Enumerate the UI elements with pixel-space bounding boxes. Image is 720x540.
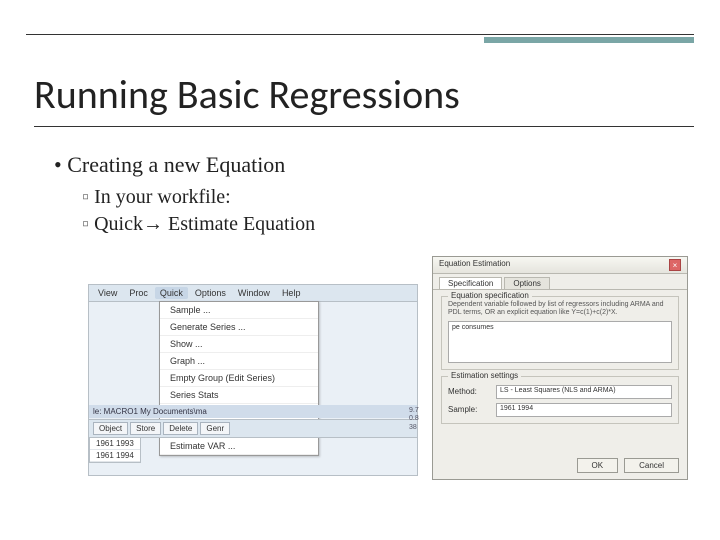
- dialog-tabs: Specification Options: [433, 274, 687, 290]
- workfile-band: le: MACRO1 My Documents\ma: [89, 405, 417, 418]
- method-select[interactable]: LS - Least Squares (NLS and ARMA): [496, 385, 672, 399]
- workfile-rows: 1961 1993 1961 1994: [89, 437, 141, 463]
- screenshot-equation-dialog: Equation Estimation × Specification Opti…: [432, 256, 688, 480]
- equation-textarea[interactable]: pe consumes: [448, 321, 672, 363]
- dropdown-item[interactable]: Estimate VAR ...: [160, 438, 318, 455]
- side-val: 9.7: [409, 407, 419, 415]
- cancel-button[interactable]: Cancel: [624, 458, 679, 473]
- bullet-sub2: Quick→ Estimate Equation: [82, 211, 315, 238]
- group-legend: Equation specification: [448, 291, 532, 300]
- btn-store[interactable]: Store: [130, 422, 161, 435]
- group-equation-spec: Equation specification Dependent variabl…: [441, 296, 679, 370]
- group-legend: Estimation settings: [448, 371, 521, 380]
- list-item: 1961 1994: [90, 450, 140, 462]
- tab-specification[interactable]: Specification: [439, 277, 502, 289]
- menu-window[interactable]: Window: [233, 287, 275, 299]
- group-estimation-settings: Estimation settings Method: LS - Least S…: [441, 376, 679, 424]
- dropdown-item[interactable]: Series Stats: [160, 387, 318, 404]
- bullet-sub1: In your workfile:: [82, 184, 315, 211]
- bullet-sub2-prefix: Quick: [94, 213, 143, 235]
- dropdown-item[interactable]: Sample ...: [160, 302, 318, 319]
- dropdown-item[interactable]: Empty Group (Edit Series): [160, 370, 318, 387]
- bullet-main: Creating a new Equation: [54, 150, 315, 180]
- sample-label: Sample:: [448, 405, 490, 414]
- list-item: 1961 1993: [90, 438, 140, 450]
- spec-hint: Dependent variable followed by list of r…: [448, 301, 672, 318]
- menu-view[interactable]: View: [93, 287, 122, 299]
- title-underline: [34, 126, 694, 127]
- dropdown-item[interactable]: Graph ...: [160, 353, 318, 370]
- menu-proc[interactable]: Proc: [124, 287, 153, 299]
- dropdown-item[interactable]: Generate Series ...: [160, 319, 318, 336]
- dropdown-item[interactable]: Show ...: [160, 336, 318, 353]
- menu-options[interactable]: Options: [190, 287, 231, 299]
- btn-genr[interactable]: Genr: [200, 422, 230, 435]
- bullet-list: Creating a new Equation In your workfile…: [54, 150, 315, 238]
- screenshot-eviews-menu: View Proc Quick Options Window Help Samp…: [88, 284, 418, 476]
- btn-delete[interactable]: Delete: [163, 422, 198, 435]
- side-val: 38: [409, 424, 419, 432]
- btn-object[interactable]: Object: [93, 422, 128, 435]
- menu-help[interactable]: Help: [277, 287, 306, 299]
- menu-quick[interactable]: Quick: [155, 287, 188, 299]
- menubar: View Proc Quick Options Window Help: [89, 285, 417, 302]
- toolbar-buttons: Object Store Delete Genr: [89, 419, 417, 438]
- dialog-titlebar: Equation Estimation ×: [433, 257, 687, 274]
- side-readout: 9.7 0.8 38: [409, 407, 419, 432]
- side-val: 0.8: [409, 415, 419, 423]
- close-icon[interactable]: ×: [669, 259, 681, 271]
- ok-button[interactable]: OK: [577, 458, 619, 473]
- tab-options[interactable]: Options: [504, 277, 550, 289]
- bullet-sub2-suffix: Estimate Equation: [163, 213, 315, 235]
- slide-title: Running Basic Regressions: [34, 70, 460, 119]
- dialog-buttons: OK Cancel: [577, 458, 679, 473]
- arrow-right-icon: →: [143, 213, 163, 235]
- header-rule: [26, 34, 694, 40]
- dialog-title: Equation Estimation: [439, 259, 510, 271]
- method-label: Method:: [448, 387, 490, 396]
- sample-field[interactable]: 1961 1994: [496, 403, 672, 417]
